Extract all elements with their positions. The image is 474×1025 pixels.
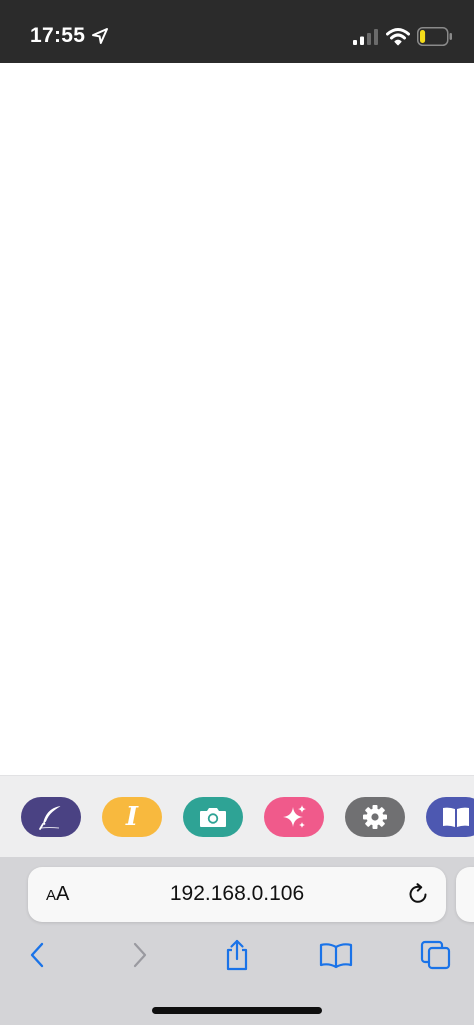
- text-button[interactable]: I: [102, 797, 162, 837]
- web-page-content: [0, 63, 474, 775]
- reload-icon[interactable]: [406, 882, 430, 906]
- camera-button[interactable]: [183, 797, 243, 837]
- open-book-icon: [443, 807, 469, 827]
- status-bar: 17:55: [0, 0, 474, 63]
- app-toolbar: I: [0, 775, 474, 858]
- next-tab-address-bar[interactable]: [456, 867, 474, 922]
- book-button[interactable]: [426, 797, 474, 837]
- write-button[interactable]: [21, 797, 81, 837]
- cellular-signal-icon: [353, 29, 378, 45]
- magic-button[interactable]: [264, 797, 324, 837]
- settings-button[interactable]: [345, 797, 405, 837]
- gear-icon: [363, 805, 387, 829]
- bookmarks-icon: [319, 943, 353, 969]
- forward-button[interactable]: [119, 937, 159, 973]
- camera-icon: [200, 808, 226, 827]
- text-size-button[interactable]: A A: [46, 883, 69, 907]
- bookmarks-button[interactable]: [316, 937, 356, 973]
- share-button[interactable]: [217, 937, 257, 973]
- text-size-large-label: A: [56, 883, 70, 905]
- chevron-left-icon: [30, 942, 44, 968]
- sparkles-icon: [283, 805, 306, 828]
- address-bar[interactable]: A A 192.168.0.106: [28, 867, 446, 922]
- url-text[interactable]: 192.168.0.106: [88, 882, 386, 906]
- battery-low-icon: [417, 27, 452, 46]
- feather-quill-icon: [39, 805, 62, 830]
- status-time: 17:55: [30, 24, 86, 47]
- italic-text-icon: I: [125, 802, 139, 832]
- share-icon: [226, 939, 248, 971]
- chevron-right-icon: [133, 942, 147, 968]
- safari-bottom-bar: A A 192.168.0.106: [0, 857, 474, 1025]
- location-arrow-icon: [92, 28, 108, 44]
- tabs-button[interactable]: [416, 937, 456, 973]
- back-button[interactable]: [18, 937, 58, 973]
- tabs-icon: [420, 940, 451, 970]
- phone-screen: 17:55 I A A 192.168.0.106: [0, 0, 474, 1025]
- text-size-small-label: A: [46, 887, 57, 904]
- wifi-icon: [386, 28, 410, 46]
- home-indicator[interactable]: [152, 1007, 322, 1014]
